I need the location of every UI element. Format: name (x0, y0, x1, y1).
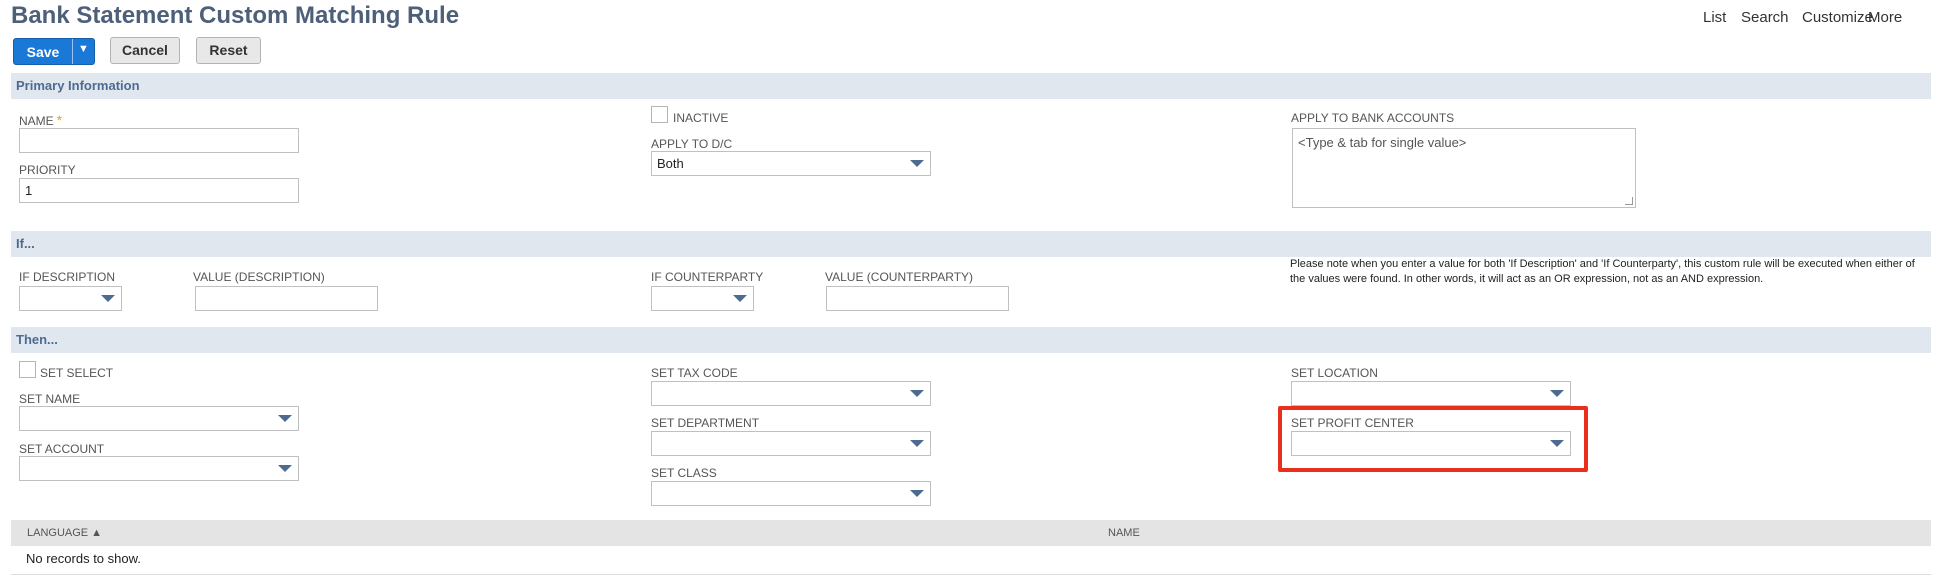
more-link[interactable]: More (1868, 9, 1902, 26)
if-note-text: Please note when you enter a value for b… (1290, 258, 1915, 285)
column-name[interactable]: NAME (1108, 527, 1140, 539)
customize-link[interactable]: Customize (1802, 9, 1873, 26)
set-department-select[interactable] (651, 431, 931, 456)
page-title: Bank Statement Custom Matching Rule (11, 2, 460, 29)
dropdown-arrow-icon (910, 440, 924, 447)
save-button[interactable]: Save ▼ (13, 38, 95, 65)
name-input[interactable] (19, 128, 299, 153)
set-select-label: SET SELECT (40, 366, 114, 380)
empty-list-message: No records to show. (26, 551, 141, 566)
name-label-text: NAME (19, 114, 54, 128)
priority-label: PRIORITY (19, 163, 76, 177)
apply-bank-accounts-textarea[interactable]: <Type & tab for single value> (1292, 128, 1636, 208)
value-description-input[interactable] (195, 286, 378, 311)
set-location-label: SET LOCATION (1291, 366, 1378, 380)
resize-grip-icon[interactable] (1625, 197, 1633, 205)
apply-dc-label: APPLY TO D/C (651, 137, 733, 151)
section-primary-information: Primary Information (11, 73, 1931, 99)
set-name-select[interactable] (19, 406, 299, 431)
value-counterparty-input[interactable] (826, 286, 1009, 311)
save-menu-caret-icon[interactable]: ▼ (78, 43, 89, 55)
list-bottom-divider (11, 574, 1931, 575)
apply-bank-accounts-placeholder: <Type & tab for single value> (1298, 135, 1467, 150)
dropdown-arrow-icon (101, 295, 115, 302)
value-description-label: VALUE (DESCRIPTION) (193, 270, 325, 284)
inactive-checkbox[interactable] (651, 106, 668, 123)
set-profit-center-select[interactable] (1291, 431, 1571, 456)
set-account-select[interactable] (19, 456, 299, 481)
if-description-label: IF DESCRIPTION (19, 270, 116, 284)
name-field-label: NAME * (19, 112, 62, 128)
if-counterparty-label: IF COUNTERPARTY (651, 270, 764, 284)
set-select-checkbox[interactable] (19, 361, 36, 378)
dropdown-arrow-icon (1550, 390, 1564, 397)
set-department-label: SET DEPARTMENT (651, 416, 760, 430)
required-asterisk-icon: * (56, 112, 63, 128)
set-account-label: SET ACCOUNT (19, 442, 105, 456)
dropdown-arrow-icon (278, 415, 292, 422)
priority-input[interactable]: 1 (19, 178, 299, 203)
section-if: If... (11, 231, 1931, 257)
dropdown-arrow-icon (910, 390, 924, 397)
search-link[interactable]: Search (1741, 9, 1789, 26)
apply-dc-select[interactable]: Both (651, 151, 931, 176)
apply-dc-value: Both (657, 156, 684, 171)
dropdown-arrow-icon (278, 465, 292, 472)
set-class-select[interactable] (651, 481, 931, 506)
set-name-label: SET NAME (19, 392, 81, 406)
dropdown-arrow-icon (910, 160, 924, 167)
dropdown-arrow-icon (1550, 440, 1564, 447)
translations-list-header: LANGUAGE ▲ NAME (11, 520, 1931, 546)
save-button-label: Save (26, 44, 60, 60)
list-link[interactable]: List (1703, 9, 1726, 26)
set-location-select[interactable] (1291, 381, 1571, 406)
value-counterparty-label: VALUE (COUNTERPARTY) (825, 270, 974, 284)
section-then: Then... (11, 327, 1931, 353)
if-description-select[interactable] (19, 286, 122, 311)
dropdown-arrow-icon (910, 490, 924, 497)
if-counterparty-select[interactable] (651, 286, 754, 311)
set-tax-code-select[interactable] (651, 381, 931, 406)
column-language[interactable]: LANGUAGE ▲ (27, 527, 102, 539)
cancel-button[interactable]: Cancel (110, 37, 180, 64)
set-tax-code-label: SET TAX CODE (651, 366, 738, 380)
set-class-label: SET CLASS (651, 466, 717, 480)
set-profit-center-label: SET PROFIT CENTER (1291, 416, 1414, 430)
reset-button[interactable]: Reset (196, 37, 261, 64)
inactive-label: INACTIVE (673, 111, 729, 125)
save-divider (72, 39, 73, 64)
dropdown-arrow-icon (733, 295, 747, 302)
apply-bank-accounts-label: APPLY TO BANK ACCOUNTS (1291, 111, 1455, 125)
